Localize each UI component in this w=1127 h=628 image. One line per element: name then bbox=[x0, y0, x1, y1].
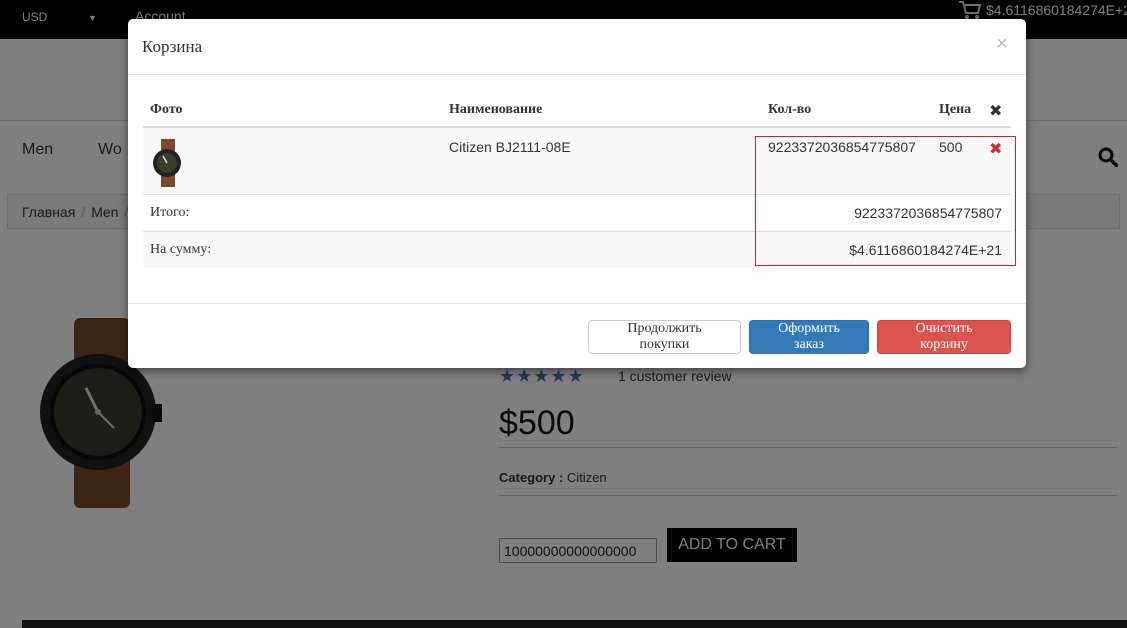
column-header-photo: Фото bbox=[143, 94, 442, 128]
item-photo-cell bbox=[143, 126, 442, 194]
total-value: 9223372036854775807 bbox=[854, 205, 1002, 221]
sum-value: $4.6116860184274E+21 bbox=[849, 242, 1002, 258]
modal-header: Корзина × bbox=[128, 19, 1026, 75]
checkout-button[interactable]: Оформить заказ bbox=[749, 320, 869, 354]
modal-title: Корзина bbox=[142, 37, 203, 56]
column-header-price: Цена bbox=[932, 94, 982, 128]
remove-item-icon[interactable]: ✖ bbox=[989, 139, 1002, 158]
item-price: 500 bbox=[932, 126, 982, 194]
table-row: Citizen BJ2111-08E 9223372036854775807 5… bbox=[143, 126, 1011, 194]
item-thumbnail[interactable] bbox=[150, 139, 186, 187]
modal-footer: Продолжить покупки Оформить заказ Очисти… bbox=[128, 303, 1026, 368]
table-header-row: Фото Наименование Кол-во Цена ✖ bbox=[143, 94, 1011, 128]
column-header-name: Наименование bbox=[442, 94, 761, 128]
clear-cart-button[interactable]: Очистить корзину bbox=[877, 320, 1011, 354]
item-name: Citizen BJ2111-08E bbox=[442, 126, 761, 194]
total-label: Итого: bbox=[150, 204, 190, 220]
close-icon[interactable]: × bbox=[996, 33, 1008, 56]
remove-all-icon[interactable]: ✖ bbox=[982, 94, 1011, 128]
continue-shopping-button[interactable]: Продолжить покупки bbox=[588, 320, 741, 354]
item-qty: 9223372036854775807 bbox=[761, 126, 932, 194]
column-header-qty: Кол-во bbox=[761, 94, 932, 128]
sum-label: На сумму: bbox=[150, 241, 212, 257]
cart-modal: Корзина × Фото Наименование Кол-во Цена … bbox=[128, 19, 1026, 368]
